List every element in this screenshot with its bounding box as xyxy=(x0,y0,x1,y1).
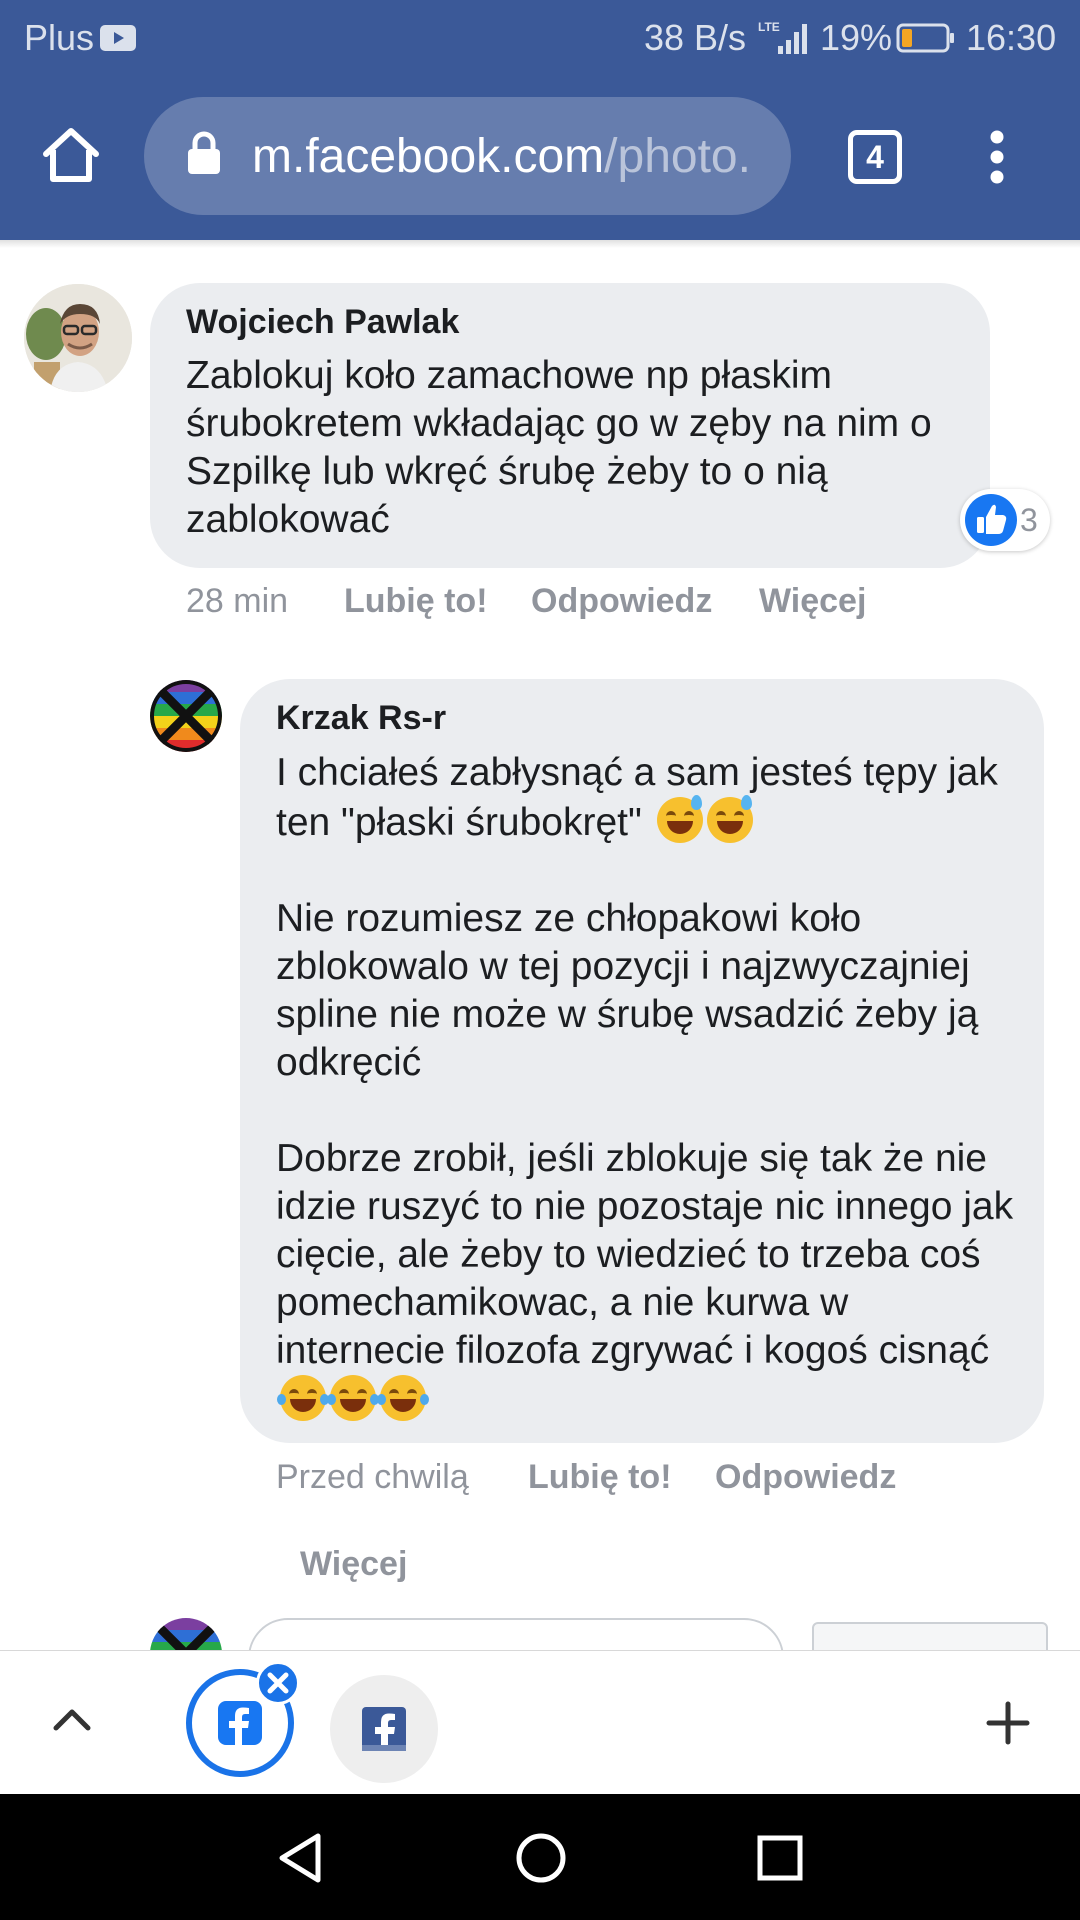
home-icon[interactable] xyxy=(40,126,102,184)
reply-button[interactable]: Odpowiedz xyxy=(531,581,712,621)
reply-button[interactable]: Odpowiedz xyxy=(715,1457,896,1497)
plus-icon[interactable] xyxy=(986,1701,1030,1745)
battery-percent: 19% xyxy=(820,17,893,58)
reaction-count: 3 xyxy=(1020,502,1038,538)
comment-text: Dobrze zrobił, jeśli zblokuje się tak że… xyxy=(276,1137,1024,1372)
url-path: /photo. xyxy=(604,130,751,183)
comment-text: I chciałeś zabłysnąć a sam jesteś tępy j… xyxy=(276,751,1009,844)
tab-count-button[interactable]: 4 xyxy=(848,130,902,184)
network-speed: 38 B/s xyxy=(644,17,747,58)
like-button[interactable]: Lubię to! xyxy=(528,1457,672,1497)
tab-switcher-bar xyxy=(0,1650,1080,1794)
system-navigation-bar xyxy=(0,1794,1080,1920)
comment-time: 28 min xyxy=(186,582,289,620)
avatar[interactable] xyxy=(150,1618,222,1650)
like-button[interactable]: Lubię to! xyxy=(344,581,488,621)
back-triangle-icon[interactable] xyxy=(276,1832,324,1884)
overflow-menu-icon[interactable] xyxy=(988,129,1006,185)
network-type-label: LTE xyxy=(758,20,780,34)
comment-paragraph: I chciałeś zabłysnąć a sam jesteś tępy j… xyxy=(276,749,1028,847)
lock-icon xyxy=(186,130,222,176)
facebook-icon xyxy=(218,1701,262,1745)
url-text[interactable]: m.facebook.com/photo. xyxy=(252,130,772,184)
tears-of-joy-emoji xyxy=(377,1375,429,1421)
comment-paragraph: Nie rozumiesz ze chłopakowi koło zblokow… xyxy=(276,897,990,1084)
tears-of-joy-emoji xyxy=(277,1375,329,1421)
more-button[interactable]: Więcej xyxy=(759,581,866,621)
comment-time: Przed chwilą xyxy=(276,1458,469,1496)
avatar[interactable] xyxy=(150,680,222,752)
facebook-icon xyxy=(362,1707,406,1751)
battery-icon xyxy=(896,22,956,54)
browser-header: Plus 38 B/s LTE 19% 16:30 m.facebook.com… xyxy=(0,0,1080,240)
url-domain: m.facebook.com xyxy=(252,130,605,183)
youtube-notification-icon xyxy=(100,25,136,51)
thumbs-up-icon xyxy=(965,494,1017,546)
comment-paragraph: Dobrze zrobił, jeśli zblokuje się tak że… xyxy=(276,1135,1028,1425)
comment-author[interactable]: Krzak Rs-r xyxy=(276,698,446,738)
comment-text: Zablokuj koło zamachowe np płaskim śrubo… xyxy=(186,354,943,541)
reaction-badge[interactable]: 3 xyxy=(960,489,1050,551)
recents-square-icon[interactable] xyxy=(756,1834,804,1882)
grinning-sweat-emoji xyxy=(706,795,753,843)
comment-author[interactable]: Wojciech Pawlak xyxy=(186,302,459,342)
carrier-label: Plus xyxy=(24,17,95,58)
tab-button[interactable] xyxy=(330,1675,438,1783)
toolbar-shadow xyxy=(0,240,1080,248)
home-circle-icon[interactable] xyxy=(515,1832,567,1884)
grinning-sweat-emoji xyxy=(656,795,703,843)
signal-icon: LTE xyxy=(758,18,812,58)
tears-of-joy-emoji xyxy=(327,1375,379,1421)
close-icon[interactable] xyxy=(256,1661,300,1705)
chevron-up-icon[interactable] xyxy=(52,1707,92,1731)
avatar[interactable] xyxy=(24,284,132,392)
more-button[interactable]: Więcej xyxy=(300,1544,407,1584)
clock: 16:30 xyxy=(966,17,1057,58)
